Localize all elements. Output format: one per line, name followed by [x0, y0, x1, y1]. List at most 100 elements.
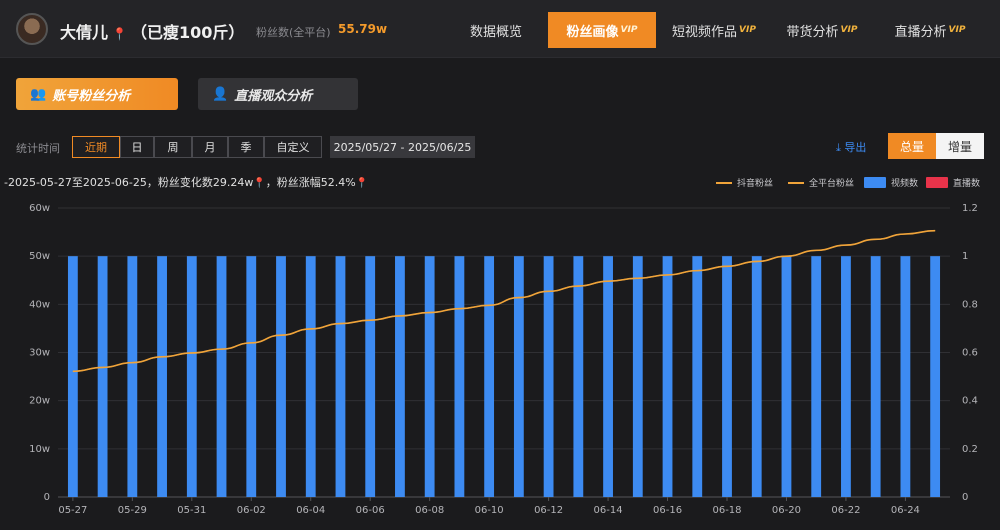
bar-video-count [573, 256, 583, 497]
x-axis-tick-label: 06-12 [534, 505, 563, 516]
legend-item-all-platform-fans[interactable]: 全平台粉丝 [788, 176, 854, 189]
bar-video-count [603, 256, 613, 497]
period-month[interactable]: 月 [192, 136, 228, 158]
fans-count-label: 粉丝数(全平台) [256, 24, 331, 40]
bar-video-count [217, 256, 227, 497]
left-axis-tick-label: 40w [29, 299, 50, 310]
x-axis-tick-label: 06-22 [831, 505, 860, 516]
subtab-account-fans[interactable]: 👥 账号粉丝分析 [16, 78, 178, 110]
period-week[interactable]: 周 [154, 136, 192, 158]
legend-item-video-count[interactable]: 视频数 [864, 176, 918, 189]
bar-video-count [692, 256, 702, 497]
x-axis-tick-label: 06-14 [594, 505, 623, 516]
people-icon: 👥 [30, 87, 46, 102]
subtab-label: 账号粉丝分析 [52, 85, 130, 104]
legend-label: 视频数 [891, 176, 918, 189]
vip-badge: VIP [739, 25, 756, 35]
legend-item-douyin-fans[interactable]: 抖音粉丝 [716, 176, 773, 189]
right-axis-tick-label: 0.8 [962, 299, 978, 310]
bar-video-count [98, 256, 108, 497]
date-range-picker[interactable]: 2025/05/27 - 2025/06/25 [330, 136, 475, 158]
x-axis-tick-label: 06-02 [237, 505, 266, 516]
vip-badge: VIP [621, 25, 638, 35]
bar-video-count [782, 256, 792, 497]
summary-change-value: 29.24w [213, 176, 254, 189]
legend-line-swatch [716, 182, 732, 184]
bar-video-count [871, 256, 881, 497]
summary-growth-label: 粉丝涨幅 [277, 176, 321, 189]
period-recent[interactable]: 近期 [72, 136, 120, 158]
left-axis-tick-label: 20w [29, 396, 50, 407]
right-axis-tick-label: 1 [962, 251, 968, 262]
x-axis-tick-label: 06-06 [356, 505, 385, 516]
bar-video-count [425, 256, 435, 497]
legend-label: 抖音粉丝 [737, 176, 773, 189]
legend-box-swatch [926, 177, 948, 188]
nav-tab-live-analysis[interactable]: 直播分析VIP [882, 12, 978, 48]
location-pin-icon: 📍 [112, 27, 127, 41]
legend-box-swatch [864, 177, 886, 188]
right-axis-tick-label: 0.2 [962, 444, 978, 455]
right-axis-tick-label: 0 [962, 492, 968, 503]
vip-badge: VIP [949, 25, 966, 35]
x-axis-tick-label: 06-16 [653, 505, 682, 516]
bar-video-count [68, 256, 78, 497]
bar-video-count [365, 256, 375, 497]
x-axis-tick-label: 06-08 [415, 505, 444, 516]
bar-video-count [900, 256, 910, 497]
bar-video-count [127, 256, 137, 497]
bar-video-count [395, 256, 405, 497]
avatar[interactable] [16, 13, 48, 45]
summary-change-label: 粉丝变化数 [158, 176, 213, 189]
user-icon: 👤 [212, 87, 228, 102]
nav-tab-fans-profile[interactable]: 粉丝画像VIP [548, 12, 656, 48]
legend-line-swatch [788, 182, 804, 184]
bar-video-count [246, 256, 256, 497]
bar-video-count [663, 256, 673, 497]
period-quarter[interactable]: 季 [228, 136, 264, 158]
bar-video-count [306, 256, 316, 497]
mode-increment-button[interactable]: 增量 [936, 133, 984, 159]
line-douyin-fans [73, 231, 935, 372]
period-custom[interactable]: 自定义 [264, 136, 322, 158]
bar-video-count [276, 256, 286, 497]
nav-tab-short-videos[interactable]: 短视频作品VIP [664, 12, 764, 48]
trend-up-icon: 📍 [253, 178, 265, 189]
x-axis-tick-label: 06-10 [475, 505, 504, 516]
left-axis-tick-label: 50w [29, 251, 50, 262]
stat-time-label: 统计时间 [16, 140, 60, 156]
bar-video-count [811, 256, 821, 497]
nav-tab-label: 数据概览 [470, 21, 522, 40]
left-axis-tick-label: 10w [29, 444, 50, 455]
right-axis-tick-label: 0.6 [962, 348, 978, 359]
nav-tab-sales-analysis[interactable]: 带货分析VIP [774, 12, 870, 48]
trend-up-icon: 📍 [356, 178, 368, 189]
x-axis-tick-label: 05-31 [177, 505, 206, 516]
bar-video-count [484, 256, 494, 497]
fans-trend-chart: 0010w0.220w0.430w0.640w0.850w160w1.205-2… [0, 195, 1000, 525]
x-axis-tick-label: 05-27 [58, 505, 87, 516]
bar-video-count [157, 256, 167, 497]
bar-video-count [187, 256, 197, 497]
left-axis-tick-label: 30w [29, 348, 50, 359]
username-suffix: （已瘦100斤） [131, 23, 244, 42]
right-axis-tick-label: 1.2 [962, 203, 978, 214]
export-label: 导出 [844, 141, 866, 154]
summary-growth-value: 52.4% [321, 176, 356, 189]
subtab-label: 直播观众分析 [234, 85, 312, 104]
bar-video-count [336, 256, 346, 497]
right-axis-tick-label: 0.4 [962, 396, 978, 407]
left-axis-tick-label: 60w [29, 203, 50, 214]
x-axis-tick-label: 06-20 [772, 505, 801, 516]
nav-tab-overview[interactable]: 数据概览 [452, 12, 540, 48]
mode-total-button[interactable]: 总量 [888, 133, 936, 159]
bar-video-count [514, 256, 524, 497]
subtab-live-audience[interactable]: 👤 直播观众分析 [198, 78, 358, 110]
legend-item-live-count[interactable]: 直播数 [926, 176, 980, 189]
legend-label: 直播数 [953, 176, 980, 189]
x-axis-tick-label: 06-24 [891, 505, 920, 516]
export-button[interactable]: ⤓ 导出 [836, 139, 866, 155]
period-day[interactable]: 日 [120, 136, 154, 158]
vip-badge: VIP [841, 25, 858, 35]
x-axis-tick-label: 05-29 [118, 505, 147, 516]
